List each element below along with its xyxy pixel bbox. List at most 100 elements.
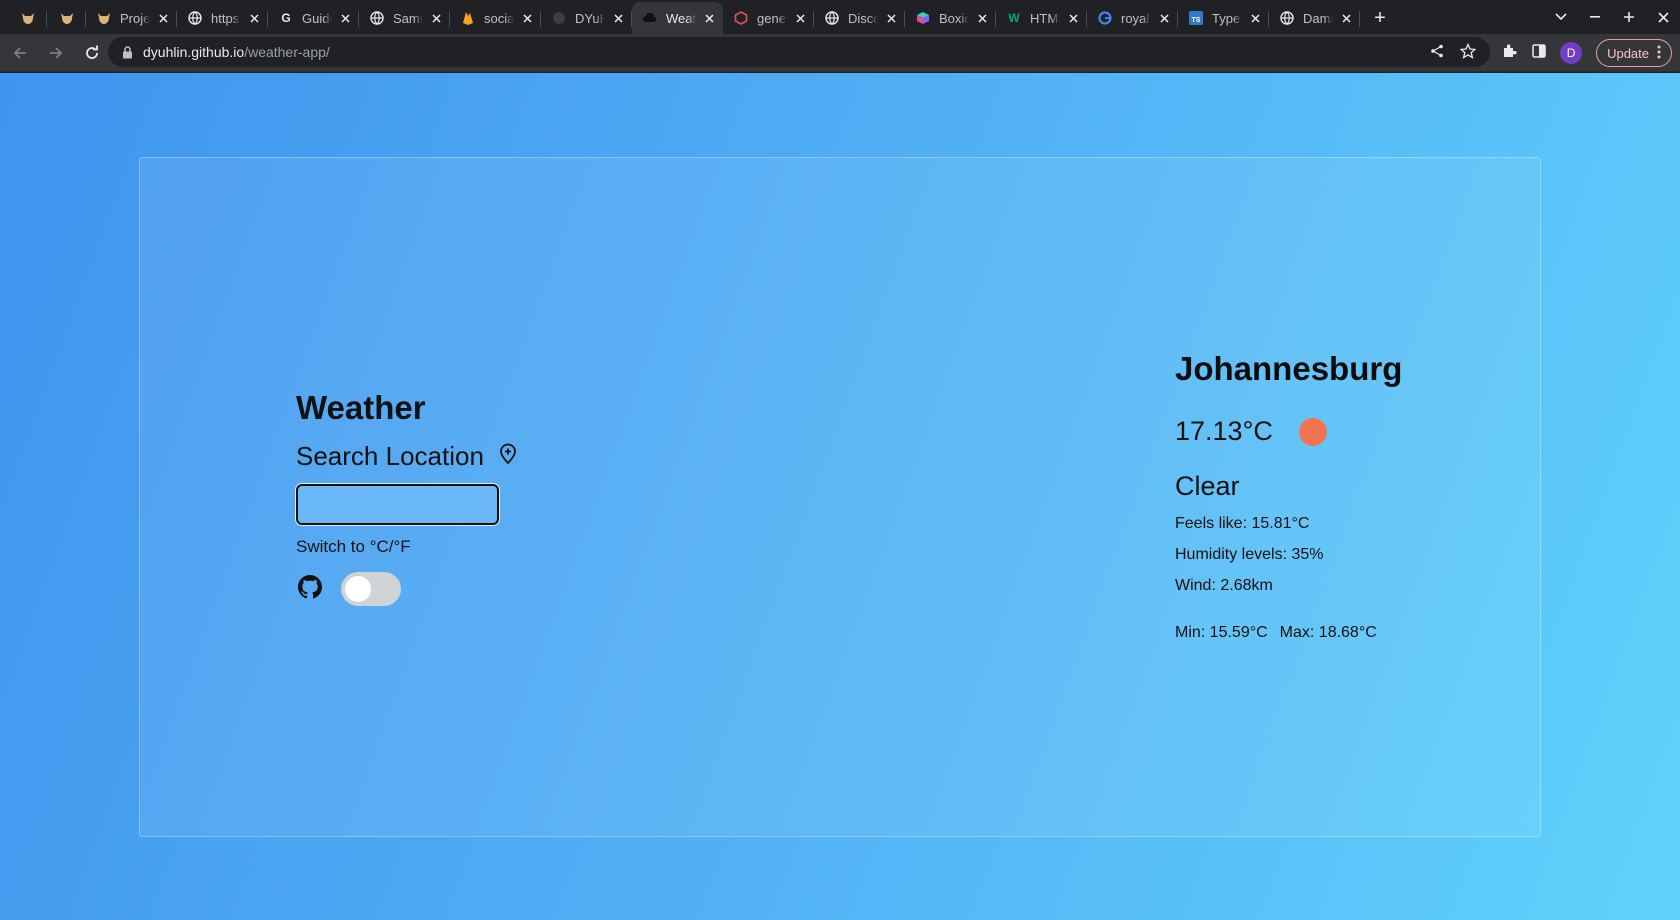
globe-icon (824, 10, 840, 26)
tab[interactable]: https:/ (177, 2, 268, 34)
tab[interactable]: social (450, 2, 541, 34)
unit-switch-label: Switch to °C/°F (296, 537, 411, 556)
tab[interactable] (8, 2, 47, 34)
firebase-icon (460, 10, 476, 26)
back-arrow-icon (13, 46, 26, 59)
weather-condition: Clear (1175, 471, 1240, 501)
reload-icon (86, 45, 98, 59)
google-icon (1097, 10, 1113, 26)
tab[interactable]: Dami (1269, 2, 1360, 34)
close-tab-icon[interactable] (886, 11, 897, 25)
tab-title: social (484, 10, 515, 26)
tab-title: TypeS (1212, 10, 1242, 26)
lock-icon[interactable] (122, 45, 133, 59)
max-temperature: Max: 18.68°C (1279, 624, 1377, 641)
google-g-icon: G (281, 11, 291, 25)
temperature-row: 17.13°C (1175, 416, 1327, 447)
tab[interactable]: Projec (86, 2, 177, 34)
extensions-puzzle-icon[interactable] (1502, 43, 1518, 64)
ts-icon: TS (1188, 10, 1204, 26)
close-tab-icon[interactable] (704, 11, 715, 25)
tab-title: HTML (1030, 10, 1060, 26)
reload-button[interactable] (76, 37, 108, 69)
tab[interactable]: TS TypeS (1178, 2, 1269, 34)
update-button[interactable]: Update (1596, 39, 1672, 67)
tab-separator (1359, 11, 1360, 27)
search-location-input[interactable] (296, 484, 499, 525)
sun-icon (1298, 417, 1327, 446)
close-tab-icon[interactable] (522, 11, 533, 25)
bull-icon (59, 10, 75, 26)
maximize-icon[interactable] (1612, 0, 1646, 34)
tab[interactable]: Discor (814, 2, 905, 34)
tab-search-icon[interactable] (1544, 0, 1578, 34)
close-tab-icon[interactable] (340, 11, 351, 25)
globe-icon (187, 10, 203, 26)
tab[interactable]: Samu (359, 2, 450, 34)
tab[interactable]: royalt (1087, 2, 1178, 34)
tab-title: DYuHl (575, 10, 606, 26)
new-tab-button[interactable]: + (1364, 2, 1396, 34)
app-title: Weather (296, 389, 426, 426)
tab-title: Dami (1303, 10, 1334, 26)
svg-text:TS: TS (1192, 17, 1201, 24)
tab[interactable]: W HTML (996, 2, 1087, 34)
humidity: Humidity levels: 35% (1175, 546, 1324, 563)
tab-title: Guido (302, 10, 332, 26)
close-tab-icon[interactable] (249, 11, 260, 25)
back-button[interactable] (4, 37, 36, 69)
w-icon: W (1008, 11, 1020, 25)
tab-list: Projec https:/ G Guido Samu social DYuHl Weath g… (0, 0, 1360, 34)
boxicons-icon (915, 10, 931, 26)
forward-button[interactable] (40, 37, 72, 69)
address-bar[interactable]: dyuhlin.github.io/weather-app/ (108, 37, 1490, 67)
share-icon[interactable] (1430, 44, 1444, 61)
tab[interactable] (47, 2, 86, 34)
tab[interactable]: geneT (723, 2, 814, 34)
close-tab-icon[interactable] (1068, 11, 1079, 25)
current-temperature: 17.13°C (1175, 416, 1273, 446)
tab-title: royalt (1121, 10, 1152, 26)
bookmark-star-icon[interactable] (1459, 42, 1477, 62)
github-icon (551, 10, 567, 26)
profile-avatar[interactable]: D (1560, 42, 1583, 64)
close-tab-icon[interactable] (1250, 11, 1261, 25)
url-path: /weather-app/ (244, 44, 330, 60)
tab[interactable]: Boxicc (905, 2, 996, 34)
unit-toggle-switch[interactable] (341, 572, 401, 606)
close-tab-icon[interactable] (613, 11, 624, 25)
address-bar-actions (1430, 37, 1477, 67)
search-location-label: Search Location (296, 441, 484, 471)
close-tab-icon[interactable] (1159, 11, 1170, 25)
cloud-icon (642, 10, 658, 26)
url-host: dyuhlin.github.io (143, 44, 245, 60)
github-icon[interactable] (298, 575, 322, 599)
tab-title: https:/ (211, 10, 241, 26)
weather-page: Weather Search Location Switch to °C/°F … (0, 73, 1680, 920)
search-label-row: Search Location (296, 441, 518, 472)
minimize-icon[interactable] (1578, 0, 1612, 34)
tab-title: geneT (757, 10, 787, 26)
tab-title: Discor (848, 10, 879, 26)
close-tab-icon[interactable] (977, 11, 988, 25)
location-pin-icon[interactable] (498, 443, 518, 465)
tab[interactable]: DYuHl (541, 2, 632, 34)
close-tab-icon[interactable] (158, 11, 169, 25)
feels-like: Feels like: 15.81°C (1175, 515, 1310, 532)
city-name: Johannesburg (1175, 350, 1403, 387)
tab[interactable]: G Guido (268, 2, 359, 34)
close-tab-icon[interactable] (431, 11, 442, 25)
close-tab-icon[interactable] (795, 11, 806, 25)
forward-arrow-icon (50, 46, 63, 59)
tab-active[interactable]: Weath (632, 2, 723, 34)
toggle-knob (345, 576, 371, 602)
close-window-icon[interactable] (1646, 0, 1680, 34)
side-panel-icon[interactable] (1532, 43, 1546, 63)
min-max-row: Min: 15.59°C Max: 18.68°C (1175, 624, 1377, 642)
close-tab-icon[interactable] (1341, 11, 1352, 25)
tab-title: Boxicc (939, 10, 970, 26)
window-controls (1544, 0, 1680, 34)
bull-icon (96, 10, 112, 26)
wind: Wind: 2.68km (1175, 577, 1273, 594)
browser-tab-strip: Projec https:/ G Guido Samu social DYuHl Weath g… (0, 0, 1680, 34)
